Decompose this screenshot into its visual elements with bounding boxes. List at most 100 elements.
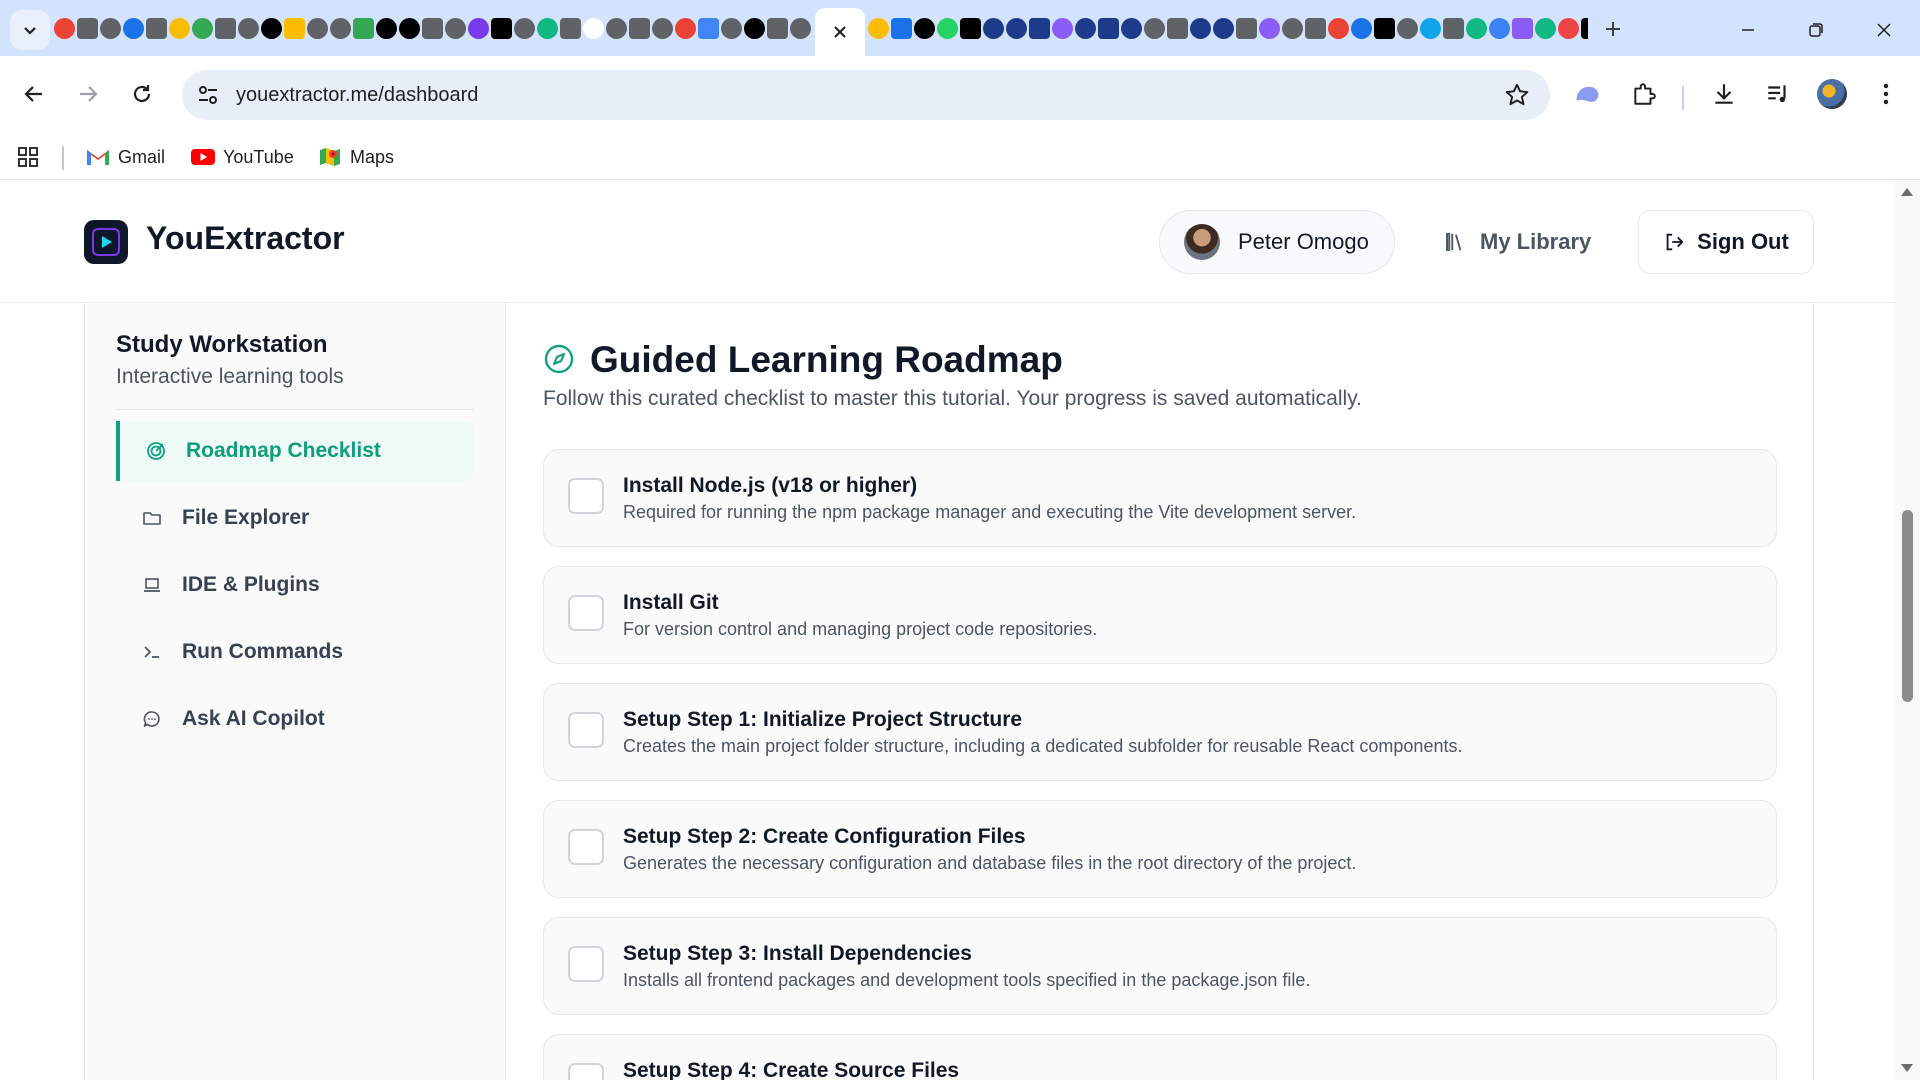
task-checkbox[interactable] (568, 946, 604, 982)
my-library-button[interactable]: My Library (1444, 210, 1591, 274)
tab-favicon-icon[interactable] (1190, 18, 1211, 39)
tab-favicon-icon[interactable] (606, 18, 627, 39)
tab-favicons-right[interactable] (868, 14, 1588, 48)
tab-favicon-icon[interactable] (146, 18, 167, 39)
browser-menu-button[interactable] (1870, 78, 1902, 110)
tab-favicon-icon[interactable] (468, 18, 489, 39)
tab-favicon-icon[interactable] (1535, 18, 1556, 39)
tab-favicon-icon[interactable] (1236, 18, 1257, 39)
tab-favicon-icon[interactable] (238, 18, 259, 39)
tab-favicons-left[interactable] (54, 14, 814, 48)
site-settings-icon[interactable] (196, 83, 220, 107)
back-button[interactable] (16, 76, 52, 112)
tab-favicon-icon[interactable] (1374, 18, 1395, 39)
profile-button[interactable] (1816, 78, 1848, 110)
tab-favicon-icon[interactable] (1282, 18, 1303, 39)
checklist-item[interactable]: Setup Step 2: Create Configuration Files… (543, 800, 1777, 898)
tab-favicon-icon[interactable] (169, 18, 190, 39)
reload-button[interactable] (124, 76, 160, 112)
tab-favicon-icon[interactable] (868, 18, 889, 39)
tab-favicon-icon[interactable] (914, 18, 935, 39)
tab-favicon-icon[interactable] (77, 18, 98, 39)
tab-favicon-icon[interactable] (1489, 18, 1510, 39)
tab-favicon-icon[interactable] (790, 18, 811, 39)
tab-favicon-icon[interactable] (1029, 18, 1050, 39)
tab-favicon-icon[interactable] (891, 18, 912, 39)
tab-favicon-icon[interactable] (330, 18, 351, 39)
youextractor-logo[interactable] (84, 220, 128, 264)
brand-name[interactable]: YouExtractor (146, 220, 345, 257)
tab-favicon-icon[interactable] (937, 18, 958, 39)
tab-favicon-icon[interactable] (744, 18, 765, 39)
tab-favicon-icon[interactable] (100, 18, 121, 39)
tab-favicon-icon[interactable] (960, 18, 981, 39)
tab-favicon-icon[interactable] (1328, 18, 1349, 39)
tab-favicon-icon[interactable] (284, 18, 305, 39)
tab-favicon-icon[interactable] (1213, 18, 1234, 39)
tab-favicon-icon[interactable] (583, 18, 604, 39)
tab-favicon-icon[interactable] (1006, 18, 1027, 39)
sidebar-item-ide-plugins[interactable]: IDE & Plugins (116, 555, 474, 615)
tab-favicon-icon[interactable] (514, 18, 535, 39)
tab-favicon-icon[interactable] (983, 18, 1004, 39)
media-controls-button[interactable] (1762, 78, 1794, 110)
tab-favicon-icon[interactable] (1443, 18, 1464, 39)
active-tab[interactable] (815, 8, 865, 56)
address-bar[interactable]: youextractor.me/dashboard (182, 70, 1550, 120)
tab-favicon-icon[interactable] (445, 18, 466, 39)
apps-button[interactable] (16, 142, 40, 172)
tab-favicon-icon[interactable] (215, 18, 236, 39)
bookmark-maps[interactable]: Maps (318, 142, 394, 172)
tab-favicon-icon[interactable] (698, 18, 719, 39)
new-tab-button[interactable] (1598, 14, 1628, 44)
tab-favicon-icon[interactable] (767, 18, 788, 39)
page-scrollbar[interactable] (1895, 180, 1920, 1080)
tab-favicon-icon[interactable] (192, 18, 213, 39)
checklist-item[interactable]: Install Git For version control and mana… (543, 566, 1777, 664)
tab-favicon-icon[interactable] (1512, 18, 1533, 39)
tab-favicon-icon[interactable] (1420, 18, 1441, 39)
sidebar-item-run-commands[interactable]: Run Commands (116, 622, 474, 682)
downloads-button[interactable] (1708, 78, 1740, 110)
tab-favicon-icon[interactable] (721, 18, 742, 39)
tab-favicon-icon[interactable] (1305, 18, 1326, 39)
tab-favicon-icon[interactable] (123, 18, 144, 39)
tab-favicon-icon[interactable] (1098, 18, 1119, 39)
sidebar-item-ask-ai-copilot[interactable]: Ask AI Copilot (116, 689, 474, 749)
minimize-button[interactable] (1728, 10, 1768, 50)
sidebar-item-file-explorer[interactable]: File Explorer (116, 488, 474, 548)
checklist-item[interactable]: Setup Step 4: Create Source Files (543, 1034, 1777, 1080)
url-text[interactable]: youextractor.me/dashboard (236, 84, 478, 107)
tab-favicon-icon[interactable] (1466, 18, 1487, 39)
task-checkbox[interactable] (568, 712, 604, 748)
scrollbar-thumb[interactable] (1902, 510, 1913, 702)
tab-favicon-icon[interactable] (652, 18, 673, 39)
tab-favicon-icon[interactable] (537, 18, 558, 39)
checklist-item[interactable]: Install Node.js (v18 or higher) Required… (543, 449, 1777, 547)
tab-favicon-icon[interactable] (1052, 18, 1073, 39)
tab-favicon-icon[interactable] (1144, 18, 1165, 39)
checklist-item[interactable]: Setup Step 1: Initialize Project Structu… (543, 683, 1777, 781)
tab-favicon-icon[interactable] (675, 18, 696, 39)
tab-favicon-icon[interactable] (1121, 18, 1142, 39)
task-checkbox[interactable] (568, 478, 604, 514)
scroll-up-arrow[interactable] (1901, 188, 1913, 196)
tab-favicon-icon[interactable] (353, 18, 374, 39)
tab-favicon-icon[interactable] (422, 18, 443, 39)
tab-favicon-icon[interactable] (261, 18, 282, 39)
tab-favicon-icon[interactable] (629, 18, 650, 39)
sign-out-button[interactable]: Sign Out (1638, 210, 1814, 274)
bookmark-star-icon[interactable] (1504, 82, 1530, 108)
close-icon[interactable] (833, 25, 847, 39)
tab-favicon-icon[interactable] (1581, 18, 1588, 39)
tab-favicon-icon[interactable] (307, 18, 328, 39)
tab-favicon-icon[interactable] (1397, 18, 1418, 39)
close-window-button[interactable] (1864, 10, 1904, 50)
tab-favicon-icon[interactable] (1259, 18, 1280, 39)
restore-button[interactable] (1796, 10, 1836, 50)
user-profile-chip[interactable]: Peter Omogo (1159, 210, 1395, 274)
bookmark-gmail[interactable]: Gmail (86, 142, 165, 172)
extensions-button[interactable] (1628, 78, 1660, 110)
tab-favicon-icon[interactable] (1167, 18, 1188, 39)
tab-favicon-icon[interactable] (376, 18, 397, 39)
